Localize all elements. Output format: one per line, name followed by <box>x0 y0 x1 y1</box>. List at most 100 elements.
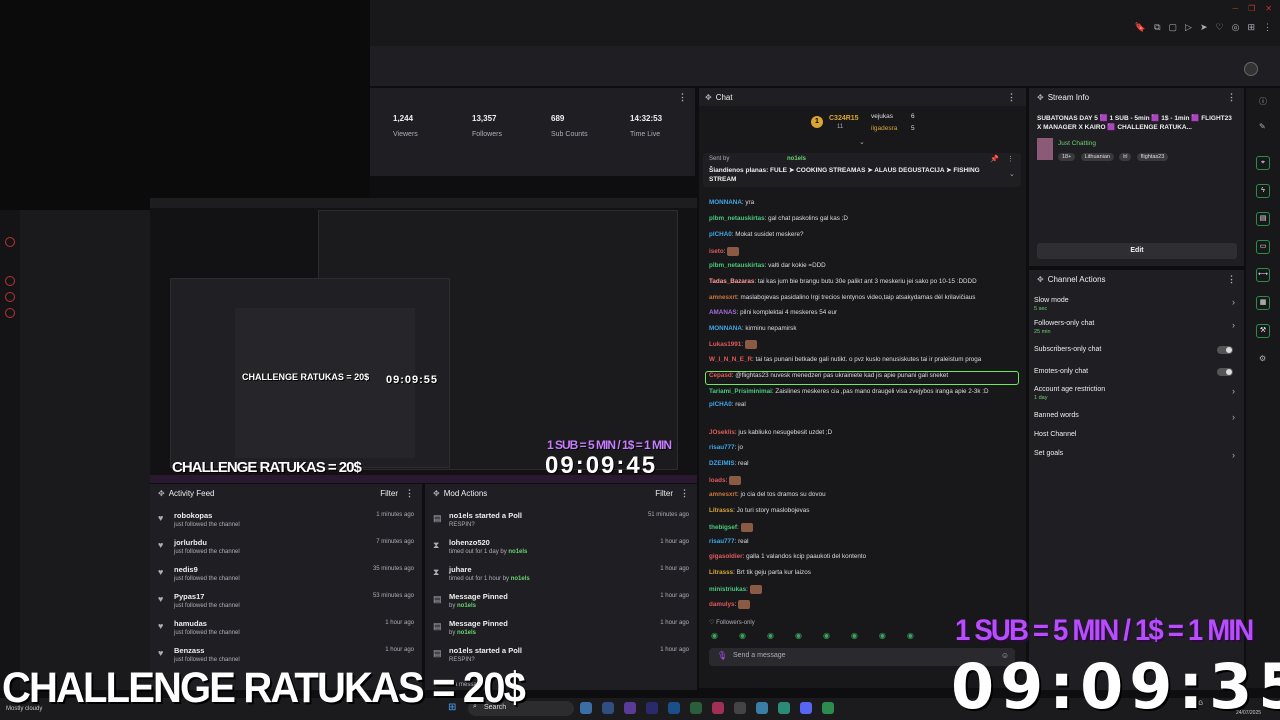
list-item[interactable]: ♥ robokopas just followed the channel 1 … <box>158 510 414 537</box>
minimize-icon[interactable]: ─ <box>1232 4 1238 13</box>
chat-username[interactable]: DZEIMIS <box>709 460 735 467</box>
filter-button[interactable]: Filter <box>380 489 398 498</box>
chat-message[interactable]: Tadas_Bazaras: tai kas jum bie brangu bu… <box>709 278 1019 286</box>
chat-username[interactable]: iseto <box>709 248 724 255</box>
clip-icon[interactable]: ▦ <box>1256 296 1270 310</box>
chat-username[interactable]: Litrasss <box>709 569 733 576</box>
set-goals-row[interactable]: Set goals › <box>1034 450 1239 460</box>
heart-icon[interactable]: ♡ <box>1216 22 1224 33</box>
list-item[interactable]: ▤ no1els started a Poll RESPIN? 51 minut… <box>433 510 689 537</box>
chat-message[interactable]: plbm_netauskirtas: valti dar kokie =DDD <box>709 262 1019 270</box>
settings-icon[interactable]: ⚙ <box>1259 354 1266 363</box>
account-age-row[interactable]: Account age restriction 1 day › <box>1034 386 1239 401</box>
menu-icon[interactable]: ⋮ <box>1007 92 1016 103</box>
emote-icon[interactable]: ◉ <box>767 631 774 641</box>
chat-username[interactable]: amnesxrt <box>709 294 737 301</box>
chat-username[interactable]: plCHA0 <box>709 231 732 238</box>
app-icon[interactable] <box>756 702 768 714</box>
chat-message[interactable]: JOseklis: jus kabliuko nesugebesit uzdet… <box>709 429 1019 437</box>
pinned-message[interactable]: Sent by no1els 📌 ⋮ ⌄ Šiandienos planas: … <box>703 153 1021 187</box>
list-item[interactable]: ♥ jorlurbdu just followed the channel 7 … <box>158 537 414 564</box>
app-icon[interactable] <box>690 702 702 714</box>
sidebar-icon-4[interactable] <box>5 308 15 318</box>
menu-icon[interactable]: ⋮ <box>1227 274 1236 285</box>
followers-only-row[interactable]: Followers-only chat 25 min › <box>1034 320 1239 335</box>
edit-icon[interactable]: ✎ <box>1259 122 1266 131</box>
chat-username[interactable]: JOseklis <box>709 429 735 436</box>
tag[interactable]: lrl <box>1119 153 1132 161</box>
avatar[interactable] <box>1244 62 1258 76</box>
chat-username[interactable]: Tadas_Bazaras <box>709 278 754 285</box>
restore-icon[interactable]: ❐ <box>1248 4 1255 13</box>
extensions-icon[interactable]: ◎ <box>1232 22 1240 33</box>
chat-username[interactable]: risau777 <box>709 538 735 545</box>
raid-icon[interactable]: ⟷ <box>1256 268 1270 282</box>
chat-message[interactable]: DZEIMIS: real <box>709 460 1019 468</box>
emotes-only-toggle[interactable] <box>1217 368 1233 376</box>
sidebar-icon-3[interactable] <box>5 292 15 302</box>
chat-username[interactable]: loads <box>709 477 725 484</box>
chat-username[interactable]: ministriukas <box>709 586 746 593</box>
chat-message[interactable]: Lukas1991: <box>709 340 1019 349</box>
clip-icon[interactable]: ⧉ <box>1154 22 1160 33</box>
chat-message[interactable]: Litrasss: Brt tik geju parta kur laizos <box>709 569 1019 577</box>
emote-icon[interactable]: ◉ <box>907 631 914 641</box>
sidebar-icon-1[interactable] <box>5 237 15 247</box>
puzzle-icon[interactable]: ⊞ <box>1247 22 1255 33</box>
chat-username[interactable]: AMANAS <box>709 309 737 316</box>
chat-message[interactable]: amnesxrt: jo cia del tos dramos su dovou <box>709 491 1019 499</box>
app-icon[interactable] <box>624 702 636 714</box>
chat-username[interactable]: Tariami_Prisiminimai <box>709 388 772 395</box>
chevron-down-icon[interactable]: ⌄ <box>1009 170 1015 178</box>
chat-username[interactable]: MONNANA <box>709 199 742 206</box>
chat-username[interactable]: plCHA0 <box>709 401 732 408</box>
chat-message[interactable]: plCHA0: real <box>709 401 1019 409</box>
chat-message[interactable]: gigasoldier: galla 1 valandos kcip paauk… <box>709 553 1019 561</box>
sidebar-icon-2[interactable] <box>5 276 15 286</box>
chat-message[interactable]: risau777: jo <box>709 444 1019 452</box>
info-icon[interactable]: ⓘ <box>1259 96 1267 107</box>
close-icon[interactable]: ✕ <box>1265 4 1272 13</box>
gift-leaderboard[interactable]: 1 C324R15 11 vejukas 6 ilgadesra 5 ⌄ <box>699 108 1026 148</box>
chat-username[interactable]: Lukas1991 <box>709 341 741 348</box>
mic-icon[interactable]: 🎙 <box>717 651 727 660</box>
chat-message[interactable]: plCHA0: Mokat susidet meskere? <box>709 231 1019 239</box>
app-icon[interactable] <box>646 702 658 714</box>
subscribers-only-toggle[interactable] <box>1217 346 1233 354</box>
chat-username[interactable]: Litrasss <box>709 507 733 514</box>
pin-icon[interactable]: 📌 <box>990 155 999 163</box>
move-icon[interactable]: ✥ <box>705 93 712 102</box>
chat-message[interactable]: plbm_netauskirtas: gal chat paskolins ga… <box>709 215 1019 223</box>
play-icon[interactable]: ▷ <box>1185 22 1192 33</box>
emotes-only-row[interactable]: Emotes-only chat <box>1034 368 1239 376</box>
chat-message[interactable]: Litrasss: Jo turi story maslobojevas <box>709 507 1019 515</box>
lightning-icon[interactable]: ϟ <box>1256 184 1270 198</box>
stats-menu-icon[interactable]: ⋮ <box>678 92 687 103</box>
chat-username[interactable]: amnesxrt <box>709 491 737 498</box>
menu-icon[interactable]: ⋮ <box>405 488 414 499</box>
chevron-down-icon[interactable]: ⌄ <box>859 138 865 146</box>
chat-message[interactable]: thebigsef: <box>709 523 1019 532</box>
screenshot-icon[interactable]: ▢ <box>1169 22 1178 33</box>
list-item[interactable]: ♥ hamudas just followed the channel 1 ho… <box>158 618 414 645</box>
quick-action-icon[interactable]: ⌖ <box>1256 156 1270 170</box>
move-icon[interactable]: ✥ <box>158 489 165 498</box>
chat-username[interactable]: damulys <box>709 601 735 608</box>
tag[interactable]: flightas23 <box>1136 153 1169 161</box>
subscribers-only-row[interactable]: Subscribers-only chat <box>1034 346 1239 354</box>
chat-message[interactable]: Tariami_Prisiminimai: Zaislines meskeres… <box>709 388 1019 396</box>
move-icon[interactable]: ✥ <box>1037 275 1044 284</box>
chat-username[interactable]: MONNANA <box>709 325 742 332</box>
app-icon[interactable] <box>712 702 724 714</box>
chat-username[interactable]: thebigsef <box>709 524 737 531</box>
bookmark-icon[interactable]: 🔖 <box>1135 22 1146 33</box>
emote-icon[interactable]: ◉ <box>739 631 746 641</box>
chat-username[interactable]: risau777 <box>709 444 735 451</box>
chat-message[interactable]: damulys: <box>709 600 1019 609</box>
chat-message[interactable]: iseto: <box>709 247 1019 256</box>
chat-message[interactable]: risau777: real <box>709 538 1019 546</box>
menu-icon[interactable]: ⋮ <box>1227 92 1236 103</box>
chat-message[interactable]: W_I_N_N_E_R: tai tas punani betkade gali… <box>709 356 1019 364</box>
chat-username[interactable]: plbm_netauskirtas <box>709 215 765 222</box>
emote-icon[interactable]: ◉ <box>851 631 858 641</box>
